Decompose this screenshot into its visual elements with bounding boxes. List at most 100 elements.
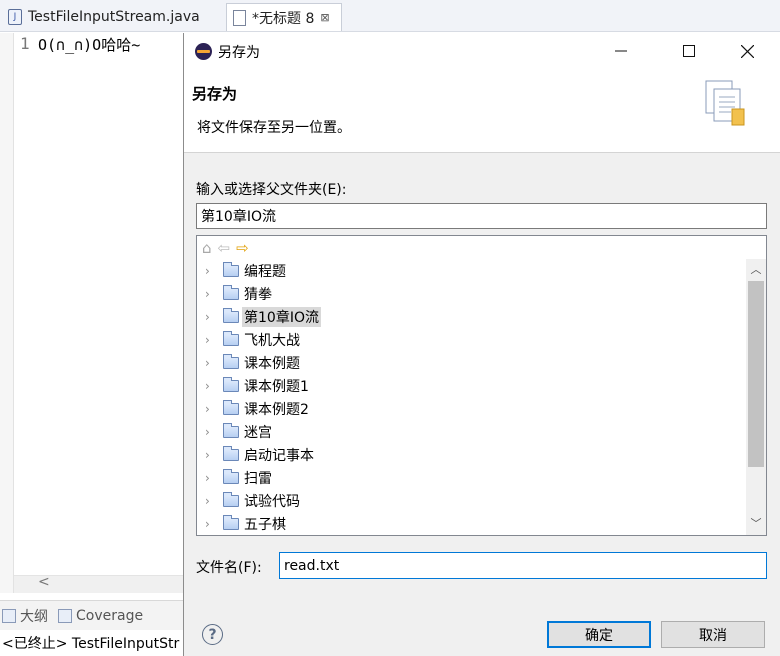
close-button[interactable] <box>724 33 770 69</box>
help-icon[interactable]: ? <box>202 624 223 645</box>
chevron-right-icon[interactable]: › <box>205 310 219 324</box>
maximize-button[interactable] <box>666 33 712 69</box>
chevron-right-icon[interactable]: › <box>205 379 219 393</box>
folder-icon <box>223 422 239 438</box>
coverage-view-tab[interactable]: Coverage <box>58 608 143 624</box>
ok-button[interactable]: 确定 <box>547 621 651 648</box>
tree-item-label: 启动记事本 <box>244 447 314 464</box>
tree-item-label: 课本例题1 <box>244 378 309 395</box>
chevron-right-icon[interactable]: › <box>205 425 219 439</box>
folder-icon <box>223 330 239 346</box>
dialog-header: 另存为 将文件保存至另一位置。 <box>184 69 780 153</box>
folder-tree[interactable]: ⌂ ⇦ ⇨ › 编程题 › 猜拳 › 第10章IO流 › 飞机大战 › 课本例题 › 课本例题1 › 课本… <box>196 235 767 536</box>
tab-untitled-8[interactable]: *无标题 8 ⊠ <box>226 3 342 31</box>
outline-view-tab[interactable]: 大纲 <box>2 606 48 626</box>
tree-item[interactable]: › 第10章IO流 <box>197 305 745 328</box>
coverage-label: Coverage <box>76 607 144 624</box>
scroll-up-icon[interactable]: ︿ <box>746 259 766 279</box>
minimize-button[interactable] <box>598 33 644 69</box>
folder-icon <box>223 491 239 507</box>
tree-item-label: 飞机大战 <box>244 332 300 349</box>
coverage-icon <box>58 608 72 623</box>
tree-item[interactable]: › 启动记事本 <box>197 443 745 466</box>
chevron-right-icon[interactable]: › <box>205 448 219 462</box>
text-editor[interactable] <box>0 33 183 598</box>
tab-label: *无标题 8 <box>252 10 315 27</box>
header-title: 另存为 <box>192 85 238 103</box>
forward-arrow-icon[interactable]: ⇨ <box>236 239 249 257</box>
minimize-icon <box>615 50 627 52</box>
tree-item-label: 五子棋 <box>244 516 286 533</box>
header-description: 将文件保存至另一位置。 <box>197 120 351 136</box>
editor-text-line[interactable]: O(∩_∩)O哈哈~ <box>38 34 140 55</box>
chevron-right-icon[interactable]: › <box>205 287 219 301</box>
close-icon <box>740 44 754 58</box>
console-status: <已终止> TestFileInputStr <box>0 630 183 656</box>
folder-icon <box>223 284 239 300</box>
tree-toolbar: ⌂ ⇦ ⇨ <box>202 238 249 258</box>
tree-item[interactable]: › 课本例题1 <box>197 374 745 397</box>
filename-label: 文件名(F): <box>196 560 262 576</box>
line-number: 1 <box>20 34 30 53</box>
close-tab-icon[interactable]: ⊠ <box>320 11 329 24</box>
folder-icon <box>223 514 239 530</box>
tree-item-label: 课本例题 <box>244 355 300 372</box>
tree-item-label: 课本例题2 <box>244 401 309 418</box>
save-as-wizard-icon <box>705 80 745 126</box>
tree-item[interactable]: › 课本例题 <box>197 351 745 374</box>
bottom-view-tabs: 大纲 Coverage <box>0 600 183 630</box>
tree-item[interactable]: › 扫雷 <box>197 466 745 489</box>
chevron-right-icon[interactable]: › <box>205 356 219 370</box>
folder-icon <box>223 445 239 461</box>
tree-item[interactable]: › 飞机大战 <box>197 328 745 351</box>
scrollbar-thumb[interactable] <box>748 281 764 467</box>
tree-list: › 编程题 › 猜拳 › 第10章IO流 › 飞机大战 › 课本例题 › 课本例题1 › 课本例题2 › 迷宫… <box>197 259 745 535</box>
dialog-title: 另存为 <box>218 45 260 61</box>
tree-item[interactable]: › 五子棋 <box>197 512 745 535</box>
tree-item[interactable]: › 试验代码 <box>197 489 745 512</box>
chevron-right-icon[interactable]: › <box>205 333 219 347</box>
chevron-right-icon[interactable]: › <box>205 517 219 531</box>
tree-item-label: 第10章IO流 <box>242 306 321 327</box>
tree-item-label: 试验代码 <box>244 493 300 510</box>
tab-testfileinputstream[interactable]: J TestFileInputStream.java <box>2 3 224 31</box>
chevron-right-icon[interactable]: › <box>205 494 219 508</box>
folder-icon <box>223 261 239 277</box>
parent-folder-label: 输入或选择父文件夹(E): <box>196 182 347 198</box>
folder-icon <box>223 307 239 323</box>
folder-icon <box>223 399 239 415</box>
maximize-icon <box>683 45 695 57</box>
java-file-icon: J <box>8 9 22 25</box>
vertical-scrollbar[interactable]: ︿ ﹀ <box>746 259 766 535</box>
dialog-titlebar: 另存为 <box>184 33 780 69</box>
outline-icon <box>2 608 16 623</box>
chevron-right-icon[interactable]: › <box>205 402 219 416</box>
tree-item[interactable]: › 迷宫 <box>197 420 745 443</box>
filename-input[interactable] <box>279 552 767 579</box>
folder-icon <box>223 376 239 392</box>
chevron-right-icon[interactable]: › <box>205 471 219 485</box>
chevron-right-icon[interactable]: › <box>205 264 219 278</box>
tree-item[interactable]: › 编程题 <box>197 259 745 282</box>
save-as-dialog: 另存为 另存为 将文件保存至另一位置。 输入或选择父文件夹(E): ⌂ ⇦ ⇨ <box>183 33 780 656</box>
home-icon[interactable]: ⌂ <box>202 239 212 257</box>
tree-item[interactable]: › 课本例题2 <box>197 397 745 420</box>
parent-folder-input[interactable] <box>196 203 767 229</box>
tree-item-label: 迷宫 <box>244 424 272 441</box>
scroll-left-icon[interactable]: < <box>38 574 50 590</box>
tree-item-label: 扫雷 <box>244 470 272 487</box>
editor-gutter <box>0 33 14 593</box>
editor-tab-bar: J TestFileInputStream.java *无标题 8 ⊠ <box>0 0 780 32</box>
tree-item-label: 编程题 <box>244 263 286 280</box>
cancel-button[interactable]: 取消 <box>661 621 765 648</box>
tree-item-label: 猜拳 <box>244 286 272 303</box>
tab-label: TestFileInputStream.java <box>28 9 200 25</box>
scroll-down-icon[interactable]: ﹀ <box>746 513 766 533</box>
tree-item[interactable]: › 猜拳 <box>197 282 745 305</box>
folder-icon <box>223 353 239 369</box>
back-arrow-icon[interactable]: ⇦ <box>218 239 231 257</box>
outline-label: 大纲 <box>20 608 48 625</box>
folder-icon <box>223 468 239 484</box>
text-file-icon <box>233 9 246 26</box>
eclipse-logo-icon <box>195 43 212 60</box>
